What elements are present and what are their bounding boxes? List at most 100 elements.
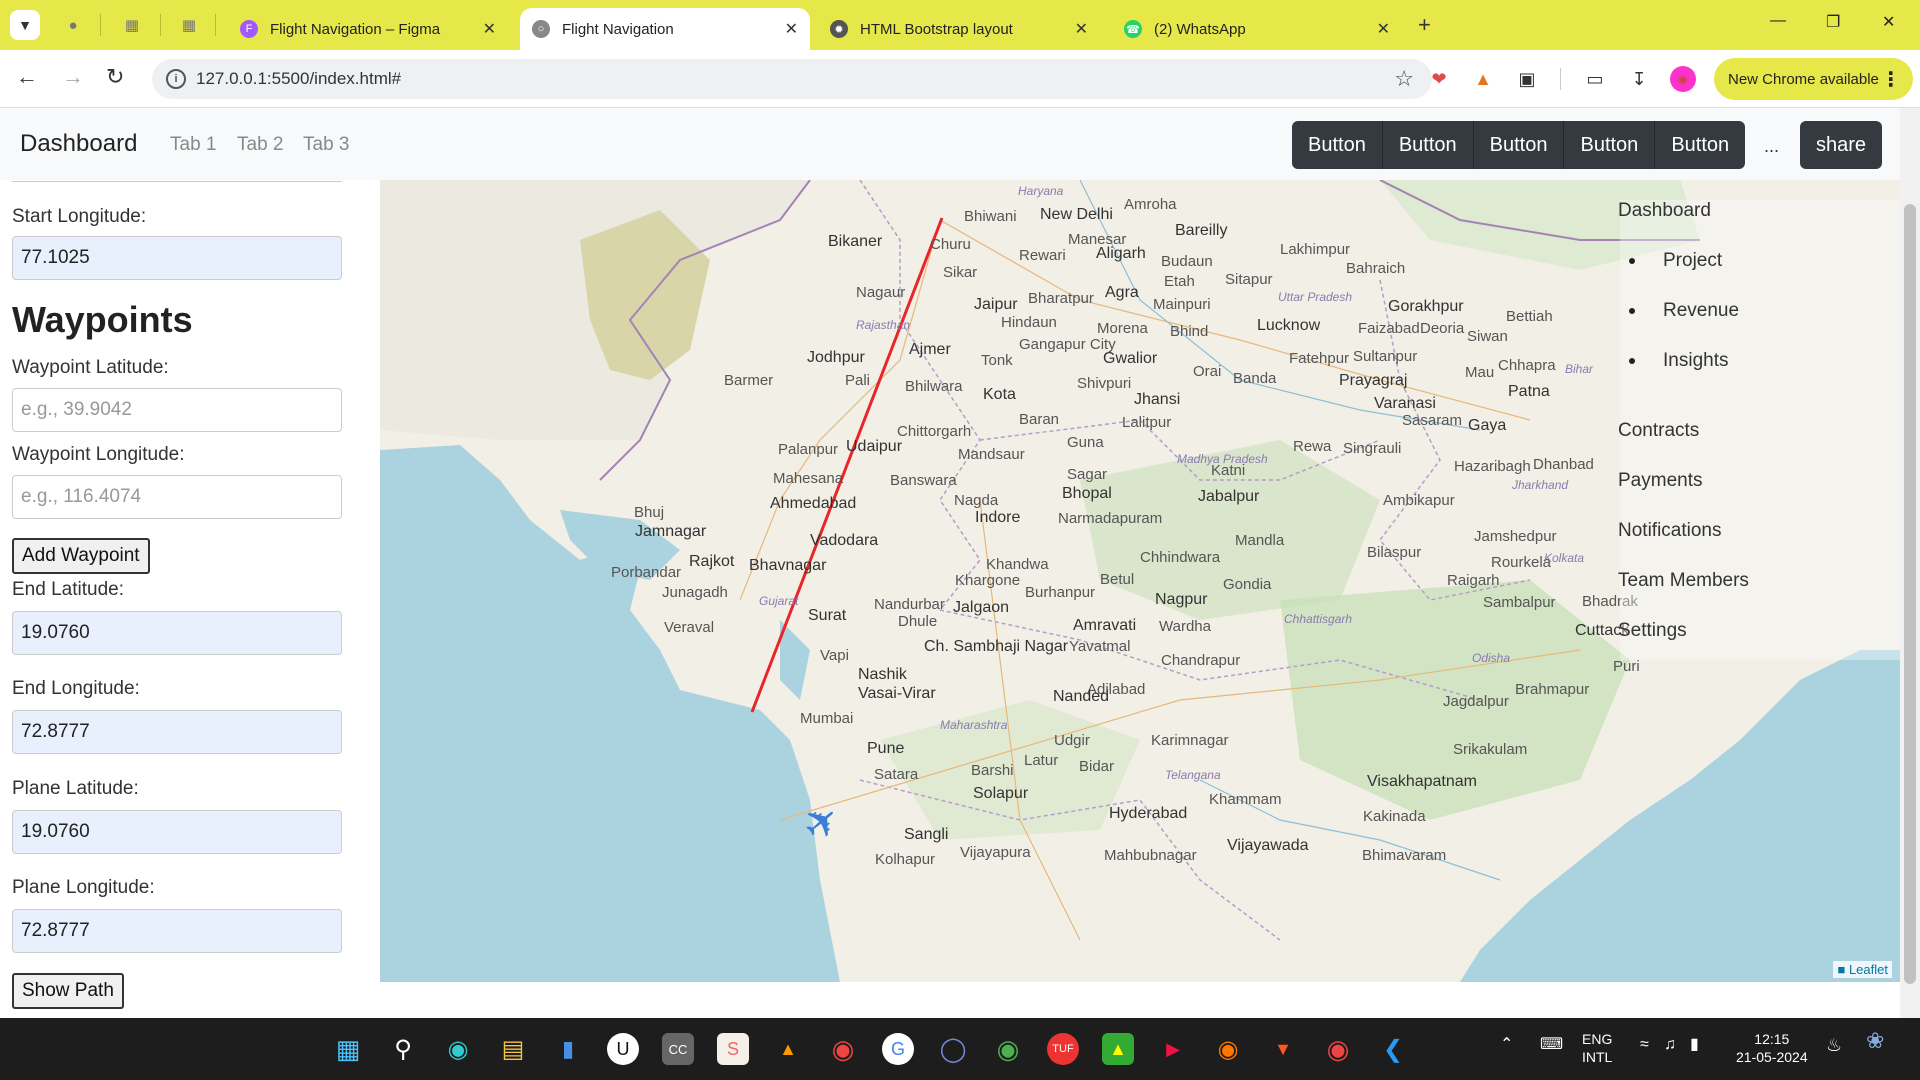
nav-tab-3[interactable]: Tab 3 bbox=[303, 134, 349, 156]
kebab-menu-icon[interactable]: ⋮ bbox=[1881, 67, 1901, 92]
restore-icon[interactable]: ❐ bbox=[1826, 12, 1840, 32]
scrollbar-thumb[interactable] bbox=[1904, 204, 1916, 984]
tab-search-chevron-icon[interactable]: ▼ bbox=[10, 10, 40, 40]
chrome-secondary-icon[interactable]: ◉ bbox=[1322, 1033, 1354, 1065]
tab-whatsapp[interactable]: ☎ (2) WhatsApp ✕ bbox=[1112, 8, 1402, 50]
close-tab-icon[interactable]: ✕ bbox=[1377, 19, 1390, 39]
end-latitude-input[interactable]: 19.0760 bbox=[12, 611, 342, 655]
clock[interactable]: 12:15 21-05-2024 bbox=[1736, 1030, 1808, 1066]
menu-item-team-members[interactable]: Team Members bbox=[1618, 570, 1749, 592]
navbar-button[interactable]: Button bbox=[1382, 121, 1474, 169]
navbar-button[interactable]: Button bbox=[1564, 121, 1656, 169]
metamask-icon[interactable]: ▲ bbox=[1470, 66, 1496, 92]
add-waypoint-button[interactable]: Add Waypoint bbox=[12, 538, 150, 574]
discord-icon[interactable]: ◯ bbox=[937, 1033, 969, 1065]
minimize-icon[interactable]: — bbox=[1770, 12, 1786, 30]
tab-bootstrap-layout[interactable]: ✹ HTML Bootstrap layout ✕ bbox=[818, 8, 1100, 50]
menu-item-revenue[interactable]: Revenue bbox=[1663, 300, 1739, 322]
cc-app-icon[interactable]: CC bbox=[662, 1033, 694, 1065]
new-tab-icon[interactable]: + bbox=[1418, 12, 1431, 38]
city-label: Sitapur bbox=[1225, 271, 1273, 288]
navbar-button[interactable]: Button bbox=[1473, 121, 1565, 169]
menu-item-contracts[interactable]: Contracts bbox=[1618, 420, 1699, 442]
extensions-puzzle-icon[interactable]: ▣ bbox=[1514, 66, 1540, 92]
close-tab-icon[interactable]: ✕ bbox=[1075, 19, 1088, 39]
pinned-tab-globe-icon[interactable]: ● bbox=[62, 14, 84, 36]
volume-icon[interactable]: ♫ bbox=[1664, 1036, 1676, 1054]
notification-bell-icon[interactable]: ♨ bbox=[1826, 1036, 1842, 1054]
firefox-icon[interactable]: ◉ bbox=[1212, 1033, 1244, 1065]
battery-icon[interactable]: ▮ bbox=[1690, 1036, 1699, 1054]
city-label: Bhopal bbox=[1062, 485, 1112, 502]
city-label: Agra bbox=[1105, 284, 1139, 301]
google-icon[interactable]: G bbox=[882, 1033, 914, 1065]
menu-item-notifications[interactable]: Notifications bbox=[1618, 520, 1722, 542]
bookmark-star-icon[interactable]: ☆ bbox=[1394, 66, 1414, 92]
tab-figma[interactable]: F Flight Navigation – Figma ✕ bbox=[228, 8, 508, 50]
forward-arrow-icon[interactable]: → bbox=[62, 64, 84, 90]
city-label: Rewari bbox=[1019, 247, 1066, 264]
presentation-app-icon[interactable]: ▲ bbox=[1102, 1033, 1134, 1065]
keyboard-icon[interactable]: ⌨ bbox=[1540, 1036, 1563, 1054]
vscode-icon[interactable]: ❮ bbox=[1377, 1033, 1409, 1065]
profile-avatar[interactable]: ◉ bbox=[1670, 66, 1696, 92]
back-arrow-icon[interactable]: ← bbox=[16, 64, 38, 90]
reload-icon[interactable]: ↻ bbox=[106, 64, 124, 90]
wifi-icon[interactable]: ≈ bbox=[1640, 1036, 1649, 1054]
search-icon[interactable]: ⚲ bbox=[387, 1033, 419, 1065]
share-button[interactable]: share bbox=[1800, 121, 1883, 169]
close-tab-icon[interactable]: ✕ bbox=[785, 19, 798, 39]
leaflet-attribution-link[interactable]: ■ Leaflet bbox=[1833, 961, 1892, 978]
show-path-button[interactable]: Show Path bbox=[12, 973, 124, 1009]
brave-icon[interactable]: ▼ bbox=[1267, 1033, 1299, 1065]
menu-item-payments[interactable]: Payments bbox=[1618, 470, 1702, 492]
new-chrome-available-button[interactable]: New Chrome available ⋮ bbox=[1714, 58, 1913, 100]
plane-longitude-input[interactable]: 72.8777 bbox=[12, 909, 342, 953]
plane-latitude-input[interactable]: 19.0760 bbox=[12, 810, 342, 854]
close-window-icon[interactable]: ✕ bbox=[1882, 12, 1895, 32]
waypoint-latitude-input[interactable]: e.g., 39.9042 bbox=[12, 388, 342, 432]
chrome-profile-icon[interactable]: ◉ bbox=[992, 1033, 1024, 1065]
nav-tab-1[interactable]: Tab 1 bbox=[170, 134, 216, 156]
pinned-tab-site-icon[interactable]: ▦ bbox=[178, 14, 200, 36]
menu-item-project[interactable]: Project bbox=[1663, 250, 1722, 272]
tuf-icon[interactable]: TUF bbox=[1047, 1033, 1079, 1065]
show-hidden-icons-chevron-icon[interactable]: ⌃ bbox=[1500, 1036, 1513, 1054]
city-label: Brahmapur bbox=[1515, 681, 1590, 698]
file-explorer-icon[interactable]: ▤ bbox=[497, 1033, 529, 1065]
chrome-icon[interactable]: ◉ bbox=[827, 1033, 859, 1065]
plane-longitude-label: Plane Longitude: bbox=[12, 877, 155, 898]
menu-item-dashboard[interactable]: Dashboard bbox=[1618, 200, 1711, 222]
menu-item-settings[interactable]: Settings bbox=[1618, 620, 1687, 642]
address-bar[interactable]: i 127.0.0.1:5500/index.html# ☆ bbox=[152, 59, 1432, 99]
start-longitude-input[interactable]: 77.1025 bbox=[12, 236, 342, 280]
download-icon[interactable]: ↧ bbox=[1626, 66, 1652, 92]
city-label: Sultanpur bbox=[1353, 348, 1418, 365]
vertical-scrollbar[interactable] bbox=[1900, 108, 1920, 1018]
tab-flight-navigation[interactable]: ○ Flight Navigation ✕ bbox=[520, 8, 810, 50]
end-longitude-input[interactable]: 72.8777 bbox=[12, 710, 342, 754]
city-label: Dhule bbox=[898, 613, 938, 630]
extension-icon[interactable]: ❤ bbox=[1426, 66, 1452, 92]
menu-item-insights[interactable]: Insights bbox=[1663, 350, 1728, 372]
edge-icon[interactable]: ◉ bbox=[442, 1033, 474, 1065]
more-ellipsis[interactable]: ... bbox=[1764, 136, 1779, 157]
chart-app-icon[interactable]: ▮ bbox=[552, 1033, 584, 1065]
windows-start-icon[interactable]: ▦ bbox=[332, 1033, 364, 1065]
navbar-button[interactable]: Button bbox=[1655, 121, 1746, 169]
pinned-tab-site-icon[interactable]: ▦ bbox=[121, 14, 143, 36]
close-tab-icon[interactable]: ✕ bbox=[483, 19, 496, 39]
site-info-icon[interactable]: i bbox=[166, 69, 186, 89]
sublime-app-icon[interactable]: S bbox=[717, 1033, 749, 1065]
u-app-icon[interactable]: U bbox=[607, 1033, 639, 1065]
navbar-brand[interactable]: Dashboard bbox=[20, 130, 137, 158]
waypoint-longitude-input[interactable]: e.g., 116.4074 bbox=[12, 475, 342, 519]
cast-icon[interactable]: ▭ bbox=[1582, 66, 1608, 92]
navbar-button[interactable]: Button bbox=[1292, 121, 1383, 169]
city-label: Manesar bbox=[1068, 231, 1127, 248]
copilot-icon[interactable]: ❀ bbox=[1866, 1030, 1884, 1052]
media-app-icon[interactable]: ▶ bbox=[1157, 1033, 1189, 1065]
vlc-icon[interactable]: ▲ bbox=[772, 1033, 804, 1065]
nav-tab-2[interactable]: Tab 2 bbox=[237, 134, 283, 156]
language-indicator[interactable]: ENG INTL bbox=[1582, 1030, 1612, 1066]
